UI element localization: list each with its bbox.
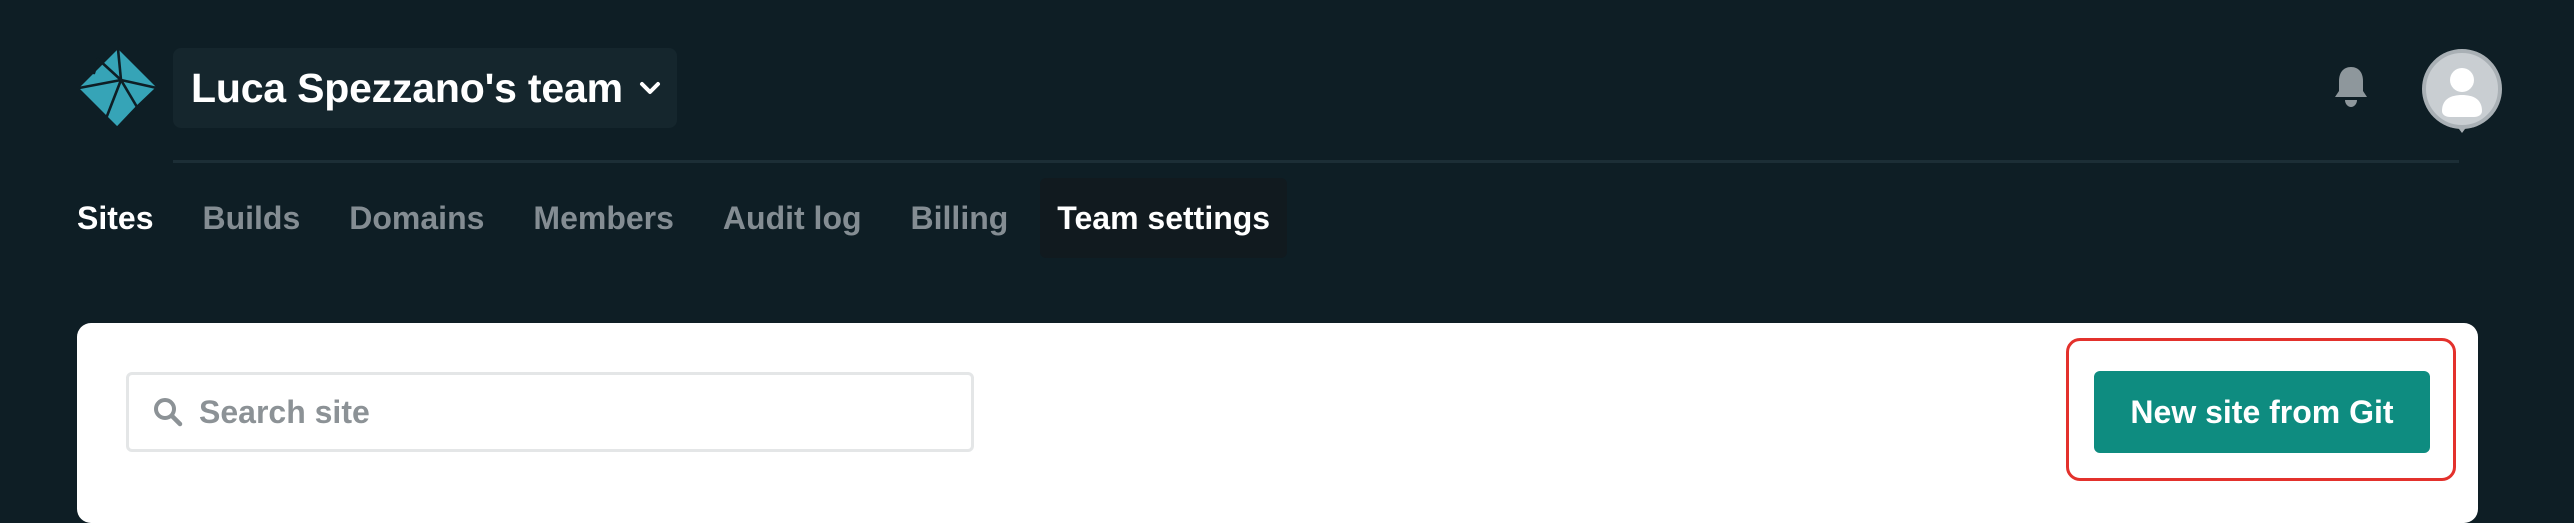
header-divider <box>173 160 2459 163</box>
team-name: Luca Spezzano's team <box>191 64 623 111</box>
tab-builds[interactable]: Builds <box>202 200 300 237</box>
tab-billing[interactable]: Billing <box>911 200 1009 237</box>
tab-members[interactable]: Members <box>533 200 674 237</box>
search-box[interactable] <box>126 372 974 452</box>
tab-audit-log[interactable]: Audit log <box>723 200 862 237</box>
tab-sites[interactable]: Sites <box>77 200 153 237</box>
tab-domains[interactable]: Domains <box>349 200 484 237</box>
tab-team-settings[interactable]: Team settings <box>1040 178 1288 258</box>
search-input[interactable] <box>199 393 939 431</box>
search-icon <box>153 397 183 427</box>
new-site-from-git-button[interactable]: New site from Git <box>2094 371 2430 453</box>
user-avatar-icon[interactable] <box>2420 47 2504 135</box>
sites-panel: New site from Git <box>77 323 2478 523</box>
bell-icon[interactable] <box>2332 64 2370 110</box>
team-switcher-button[interactable]: Luca Spezzano's team <box>173 48 677 128</box>
team-nav: Sites Builds Domains Members Audit log B… <box>77 178 1288 258</box>
netlify-logo-icon[interactable] <box>77 47 159 129</box>
chevron-down-icon <box>639 77 661 99</box>
